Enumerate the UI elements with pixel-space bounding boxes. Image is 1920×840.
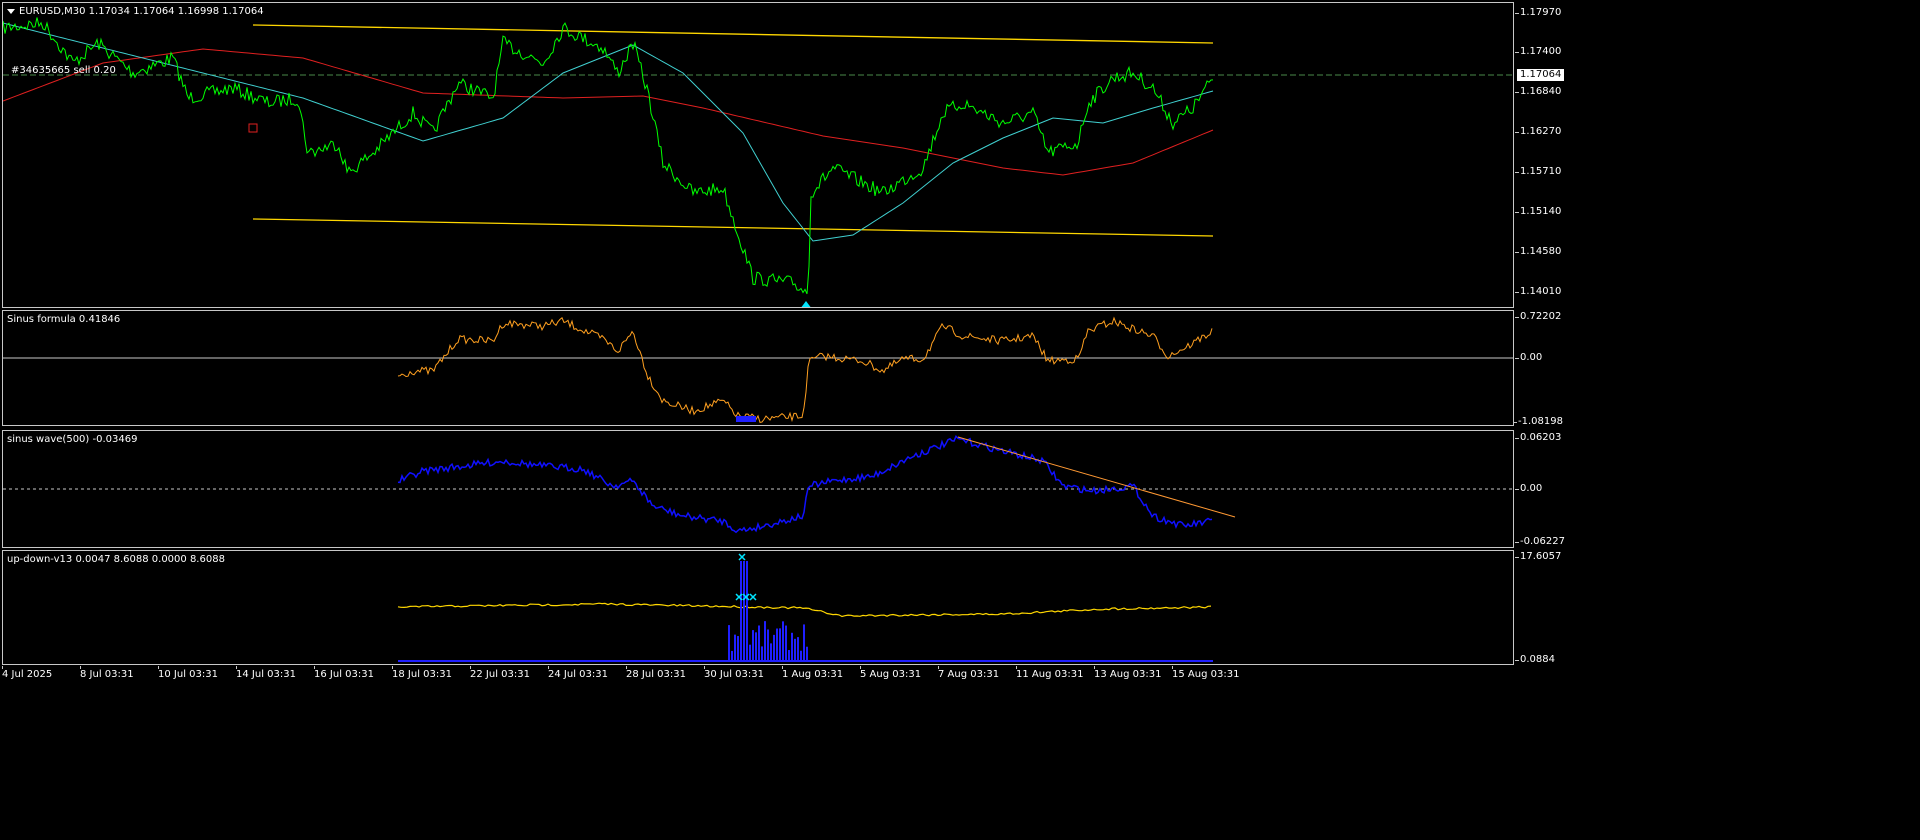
time-label: 28 Jul 03:31 — [626, 666, 686, 680]
histogram-bar — [746, 561, 748, 661]
dropdown-icon[interactable] — [7, 8, 15, 14]
time-label: 18 Jul 03:31 — [392, 666, 452, 680]
histogram-bar — [794, 638, 796, 661]
sinus-formula-label: Sinus formula 0.41846 — [7, 314, 121, 325]
sinus-wave-pane[interactable]: sinus wave(500) -0.03469 — [2, 430, 1514, 548]
time-axis[interactable]: 4 Jul 2025 8 Jul 03:31 10 Jul 03:31 14 J… — [2, 666, 1514, 686]
histogram-bar — [755, 632, 757, 661]
time-label: 10 Jul 03:31 — [158, 666, 218, 680]
histogram-bar — [740, 561, 742, 661]
histogram-bar — [788, 650, 790, 661]
updown-label: up-down-v13 0.0047 8.6088 0.0000 8.6088 — [7, 554, 225, 565]
histogram-bar — [773, 634, 775, 661]
histogram-bar — [731, 650, 733, 661]
time-label: 14 Jul 03:31 — [236, 666, 296, 680]
time-label: 7 Aug 03:31 — [938, 666, 1000, 680]
price-tick: 1.17400 — [1514, 46, 1562, 57]
price-tick: 1.15710 — [1514, 166, 1562, 177]
symbol-info: EURUSD,M30 1.17034 1.17064 1.16998 1.170… — [7, 6, 264, 17]
updown-chart[interactable] — [3, 551, 1514, 665]
order-label[interactable]: #34635665 sell 0.20 — [11, 65, 116, 76]
updown-tick: 0.0884 — [1515, 654, 1555, 665]
updown-pane[interactable]: up-down-v13 0.0047 8.6088 0.0000 8.6088 — [2, 550, 1514, 665]
current-price-box: 1.17064 — [1517, 69, 1565, 81]
histogram-bar — [734, 634, 736, 661]
histogram-bar — [767, 629, 769, 661]
cross-marker-icon — [749, 593, 757, 601]
sinus-wave-tick: -0.06227 — [1515, 536, 1565, 547]
lower-channel-line — [252, 218, 1214, 237]
time-label: 8 Jul 03:31 — [80, 666, 134, 680]
sinus-formula-tick: 0.00 — [1514, 352, 1543, 363]
time-label: 13 Aug 03:31 — [1094, 666, 1162, 680]
sinus-wave-line — [397, 434, 1213, 534]
sinus-formula-pane[interactable]: Sinus formula 0.41846 — [2, 310, 1514, 426]
histogram-bar — [737, 636, 739, 661]
histogram-bar — [749, 644, 751, 661]
sinus-wave-tick: 0.06203 — [1514, 432, 1562, 443]
histogram-bar — [776, 628, 778, 661]
price-tick: 1.16840 — [1514, 86, 1562, 97]
arrow-up-icon — [801, 301, 811, 307]
fast-ma-line — [3, 22, 1214, 242]
updown-line — [397, 602, 1212, 618]
histogram-bar — [803, 624, 805, 661]
main-chart-pane[interactable]: EURUSD,M30 1.17034 1.17064 1.16998 1.170… — [2, 2, 1514, 308]
histogram-bar — [743, 561, 745, 661]
price-line — [3, 17, 1214, 295]
histogram-bar — [728, 625, 730, 661]
price-tick: 1.14010 — [1514, 286, 1562, 297]
upper-channel-line — [252, 24, 1214, 44]
sinus-wave-chart[interactable] — [3, 431, 1514, 548]
price-scale[interactable]: 1.17970 1.17400 1.17064 1.16840 1.16270 … — [1513, 0, 1568, 686]
sinus-formula-tick: 0.72202 — [1514, 311, 1562, 322]
sinus-formula-tick: -1.08198 — [1513, 416, 1563, 427]
histogram-bar — [791, 632, 793, 661]
sinus-formula-chart[interactable] — [3, 311, 1514, 426]
time-label: 22 Jul 03:31 — [470, 666, 530, 680]
histogram-bar — [752, 630, 754, 661]
time-label: 5 Aug 03:31 — [860, 666, 922, 680]
time-label: 11 Aug 03:31 — [1016, 666, 1084, 680]
histogram-bar — [806, 646, 808, 661]
cross-marker-icon — [738, 553, 746, 561]
time-label: 16 Jul 03:31 — [314, 666, 374, 680]
time-label: 30 Jul 03:31 — [704, 666, 764, 680]
sinus-formula-marker — [736, 416, 756, 422]
price-tick: 1.16270 — [1514, 126, 1562, 137]
histogram-bar — [797, 637, 799, 661]
histogram-bar — [785, 625, 787, 661]
price-tick: 1.17970 — [1514, 7, 1562, 18]
sinus-wave-tick: 0.00 — [1514, 483, 1543, 494]
time-label: 1 Aug 03:31 — [782, 666, 844, 680]
time-label: 24 Jul 03:31 — [548, 666, 608, 680]
price-tick: 1.14580 — [1514, 246, 1562, 257]
sinus-wave-label: sinus wave(500) -0.03469 — [7, 434, 138, 445]
time-label: 4 Jul 2025 — [2, 666, 53, 680]
histogram-bar — [761, 646, 763, 661]
order-marker-icon — [248, 123, 258, 133]
price-tick: 1.15140 — [1514, 206, 1562, 217]
histogram-bar — [764, 621, 766, 661]
histogram-bar — [800, 650, 802, 661]
updown-tick: 17.6057 — [1514, 551, 1562, 562]
histogram-bar — [758, 625, 760, 661]
sinus-formula-line — [397, 316, 1213, 423]
histogram-bar — [779, 628, 781, 661]
trend-line — [957, 436, 1236, 518]
price-chart[interactable] — [3, 3, 1514, 308]
histogram-bar — [770, 643, 772, 661]
histogram-bar — [782, 621, 784, 661]
time-label: 15 Aug 03:31 — [1172, 666, 1240, 680]
